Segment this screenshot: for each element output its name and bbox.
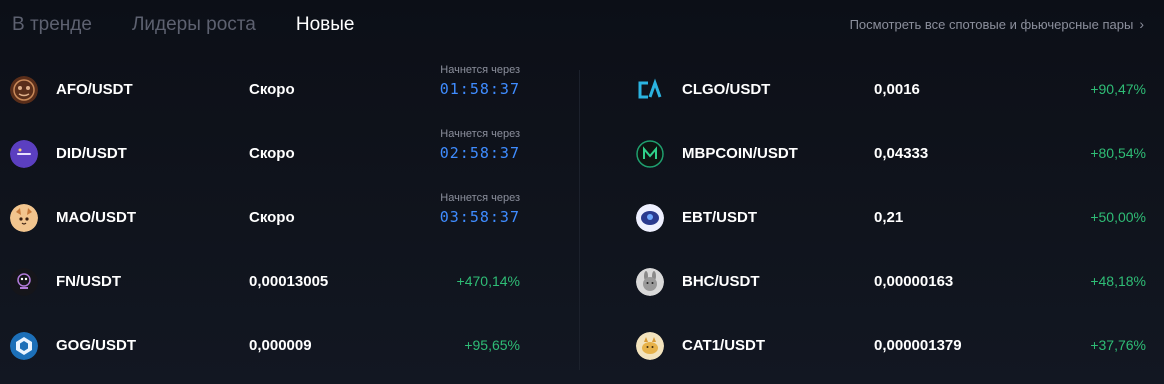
countdown-timer: 02:58:37	[439, 144, 520, 162]
market-row[interactable]: AFO/USDT Скоро Начнется через 01:58:37	[10, 58, 522, 122]
market-row[interactable]: EBT/USDT 0,21 +50,00%	[636, 186, 1148, 250]
fn-coin-icon	[10, 268, 38, 296]
new-listings-left-column: AFO/USDT Скоро Начнется через 01:58:37 D…	[10, 58, 522, 378]
view-all-label: Посмотреть все спотовые и фьючерсные пар…	[849, 16, 1134, 32]
afo-coin-icon	[10, 76, 38, 104]
price-value: 0,00000163	[874, 273, 954, 290]
countdown-timer: 03:58:37	[439, 208, 520, 226]
starts-in-label: Начнется через	[440, 64, 520, 76]
countdown-timer: 01:58:37	[439, 80, 520, 98]
market-row[interactable]: CLGO/USDT 0,0016 +90,47%	[636, 58, 1148, 122]
price-value: 0,04333	[874, 145, 929, 162]
did-coin-icon	[10, 140, 38, 168]
pair-name: CAT1/USDT	[682, 337, 766, 354]
price-change: +95,65%	[464, 337, 520, 353]
price-value: 0,0016	[874, 81, 920, 98]
market-row[interactable]: CAT1/USDT 0,000001379 +37,76%	[636, 314, 1148, 378]
mbpcoin-coin-icon	[636, 140, 664, 168]
price-value: 0,000001379	[874, 337, 962, 354]
view-all-pairs-link[interactable]: Посмотреть все спотовые и фьючерсные пар…	[850, 16, 1144, 32]
pair-name: EBT/USDT	[682, 209, 757, 226]
new-listings-right-column: CLGO/USDT 0,0016 +90,47% MBPCOIN/USDT 0,…	[636, 58, 1148, 378]
pair-name: MBPCOIN/USDT	[682, 145, 798, 162]
pair-name: MAO/USDT	[56, 209, 136, 226]
price-change: +80,54%	[1090, 145, 1146, 161]
price-value: 0,00013005	[249, 273, 329, 290]
pair-name: GOG/USDT	[56, 337, 137, 354]
market-row[interactable]: MAO/USDT Скоро Начнется через 03:58:37	[10, 186, 522, 250]
price-value: 0,21	[874, 209, 904, 226]
price-value: 0,000009	[249, 337, 312, 354]
market-row[interactable]: FN/USDT 0,00013005 +470,14%	[10, 250, 522, 314]
tab-trending[interactable]: В тренде	[12, 12, 92, 40]
column-divider	[579, 70, 580, 370]
gog-coin-icon	[10, 332, 38, 360]
market-row[interactable]: DID/USDT Скоро Начнется через 02:58:37	[10, 122, 522, 186]
tab-top-gainers[interactable]: Лидеры роста	[132, 12, 256, 40]
cat1-coin-icon	[636, 332, 664, 360]
price-change: +50,00%	[1090, 209, 1146, 225]
starts-in-label: Начнется через	[440, 192, 520, 204]
market-row[interactable]: GOG/USDT 0,000009 +95,65%	[10, 314, 522, 378]
pair-name: BHC/USDT	[682, 273, 760, 290]
price-change: +90,47%	[1090, 81, 1146, 97]
price-change: +470,14%	[456, 273, 520, 289]
pair-name: CLGO/USDT	[682, 81, 771, 98]
tab-new[interactable]: Новые	[296, 12, 355, 40]
chevron-right-icon: ›	[1139, 16, 1144, 32]
mao-coin-icon	[10, 204, 38, 232]
starts-in-label: Начнется через	[440, 128, 520, 140]
price-change: +37,76%	[1090, 337, 1146, 353]
price-change: +48,18%	[1090, 273, 1146, 289]
launch-countdown: Начнется через 03:58:37	[440, 192, 520, 226]
pair-name: FN/USDT	[56, 273, 121, 290]
price-value: Скоро	[249, 209, 295, 226]
launch-countdown: Начнется через 02:58:37	[440, 128, 520, 162]
bhc-coin-icon	[636, 268, 664, 296]
price-value: Скоро	[249, 81, 295, 98]
clgo-coin-icon	[636, 76, 664, 104]
launch-countdown: Начнется через 01:58:37	[440, 64, 520, 98]
market-row[interactable]: BHC/USDT 0,00000163 +48,18%	[636, 250, 1148, 314]
pair-name: DID/USDT	[56, 145, 127, 162]
market-tabs: В тренде Лидеры роста Новые	[12, 12, 354, 40]
ebt-coin-icon	[636, 204, 664, 232]
market-row[interactable]: MBPCOIN/USDT 0,04333 +80,54%	[636, 122, 1148, 186]
price-value: Скоро	[249, 145, 295, 162]
pair-name: AFO/USDT	[56, 81, 133, 98]
